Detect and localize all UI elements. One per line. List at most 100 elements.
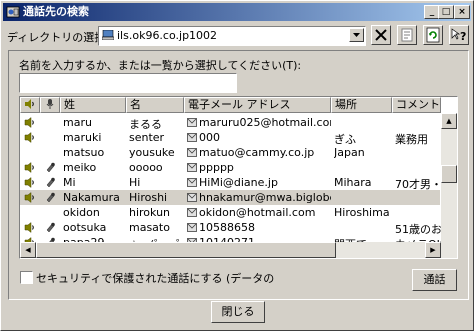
microphone-icon bbox=[45, 222, 55, 233]
cell-last-name: Mi bbox=[63, 176, 76, 189]
table-row[interactable]: meiko ooooo ppppp bbox=[20, 160, 440, 175]
cell-location: Hiroshima bbox=[334, 206, 390, 219]
column-header-video[interactable] bbox=[40, 97, 60, 113]
email-text: 10588658 bbox=[199, 221, 255, 234]
table-row[interactable]: maruki senter 000 ぎふ 業務用 bbox=[20, 130, 440, 146]
cell-first-name: Hi bbox=[129, 176, 141, 189]
cell-last-name: maruki bbox=[63, 131, 102, 144]
vertical-scroll-thumb[interactable] bbox=[441, 165, 457, 183]
cell-last-name: okidon bbox=[63, 206, 100, 219]
server-icon bbox=[102, 30, 114, 40]
window-title: 通話先の検索 bbox=[23, 5, 89, 18]
cell-email: okidon@hotmail.com bbox=[187, 206, 331, 219]
title-bar[interactable]: 通話先の検索 _ □ × bbox=[3, 3, 471, 21]
email-icon bbox=[187, 118, 197, 127]
speaker-icon bbox=[24, 176, 36, 189]
close-window-button[interactable]: × bbox=[454, 5, 470, 19]
cell-last-name: Nakamura bbox=[63, 191, 120, 204]
column-header-audio[interactable] bbox=[20, 97, 40, 113]
search-label: 名前を入力するか、または一覧から選択してください(T): bbox=[19, 59, 302, 72]
email-icon bbox=[187, 178, 197, 187]
cell-last-name: maru bbox=[63, 116, 92, 129]
column-header-email[interactable]: 電子メール アドレス bbox=[184, 97, 331, 113]
cell-last-name: meiko bbox=[63, 161, 97, 174]
email-text: hnakamur@mwa.biglobe.ne.jp bbox=[199, 191, 331, 204]
email-icon bbox=[187, 193, 197, 202]
horizontal-scroll-thumb[interactable] bbox=[36, 242, 336, 258]
directory-select[interactable]: ils.ok96.co.jp1002 bbox=[98, 26, 366, 46]
directory-dropdown-button[interactable] bbox=[349, 28, 364, 42]
stop-icon bbox=[375, 29, 387, 41]
directory-list[interactable]: 姓 名 電子メール アドレス 場所 コメント maru まるる maruru025@… bbox=[19, 96, 458, 259]
cell-first-name: hirokun bbox=[129, 206, 171, 219]
microphone-icon bbox=[45, 162, 55, 173]
email-icon bbox=[187, 163, 197, 172]
scroll-left-button[interactable]: ◀ bbox=[20, 242, 36, 258]
cell-first-name: yousuke bbox=[129, 146, 175, 159]
svg-text:?: ? bbox=[460, 30, 466, 43]
cell-email: 000 bbox=[187, 131, 331, 144]
email-text: 000 bbox=[199, 131, 220, 144]
cell-email: maruru025@hotmail.com bbox=[187, 116, 331, 129]
name-search-input[interactable] bbox=[19, 73, 237, 93]
microphone-icon bbox=[45, 192, 55, 203]
cell-email: 10588658 bbox=[187, 221, 331, 234]
chevron-down-icon bbox=[353, 33, 360, 37]
column-header-comment[interactable]: コメント bbox=[392, 97, 441, 113]
table-row[interactable]: matsuo yousuke matuo@cammy.co.jp Japan bbox=[20, 145, 440, 160]
speaker-icon bbox=[24, 191, 36, 204]
speaker-icon bbox=[25, 99, 34, 109]
email-text: HiMi@diane.jp bbox=[199, 176, 278, 189]
column-header-first-name[interactable]: 名 bbox=[126, 97, 184, 113]
close-button[interactable]: 閉じる bbox=[211, 301, 265, 323]
email-text: maruru025@hotmail.com bbox=[199, 116, 331, 129]
app-icon bbox=[6, 6, 20, 18]
cell-location: Japan bbox=[334, 146, 365, 159]
table-row[interactable]: Nakamura Hiroshi hnakamur@mwa.biglobe.ne.j… bbox=[20, 190, 440, 205]
table-row[interactable]: okidon hirokun okidon@hotmail.com Hiroshima bbox=[20, 205, 440, 220]
cell-first-name: senter bbox=[129, 131, 165, 144]
email-icon bbox=[187, 148, 197, 157]
email-icon bbox=[187, 133, 197, 142]
email-text: okidon@hotmail.com bbox=[199, 206, 316, 219]
directory-value: ils.ok96.co.jp1002 bbox=[117, 29, 218, 42]
properties-icon bbox=[401, 28, 413, 42]
column-header-last-name[interactable]: 姓 bbox=[60, 97, 126, 113]
table-row[interactable]: MiHiHiMi@diane.jpMihara70才男・家族 bbox=[20, 175, 441, 191]
refresh-icon bbox=[426, 27, 440, 43]
cell-email: hnakamur@mwa.biglobe.ne.jp bbox=[187, 191, 331, 204]
cell-location: Mihara bbox=[334, 176, 372, 189]
help-button[interactable]: ? bbox=[449, 25, 469, 45]
scroll-up-button[interactable]: ▲ bbox=[441, 113, 457, 129]
scroll-right-button[interactable]: ▶ bbox=[425, 242, 441, 258]
cell-first-name: ooooo bbox=[129, 161, 163, 174]
refresh-button[interactable] bbox=[423, 25, 443, 45]
table-row[interactable]: ootsukamasato1058865851歳のおじさ bbox=[20, 220, 441, 236]
microphone-icon bbox=[46, 99, 54, 109]
cell-first-name: masato bbox=[129, 221, 170, 234]
vertical-scrollbar[interactable]: ▲ ▼ bbox=[441, 113, 457, 258]
cell-first-name: Hiroshi bbox=[129, 191, 168, 204]
microphone-icon bbox=[45, 177, 55, 188]
email-text: matuo@cammy.co.jp bbox=[199, 146, 315, 159]
help-icon: ? bbox=[451, 28, 466, 43]
maximize-button[interactable]: □ bbox=[438, 5, 454, 19]
speaker-icon bbox=[24, 131, 36, 144]
call-button[interactable]: 通話 bbox=[412, 269, 457, 291]
speaker-icon bbox=[24, 116, 36, 129]
column-header-location[interactable]: 場所 bbox=[331, 97, 392, 113]
email-icon bbox=[187, 208, 197, 217]
email-text: ppppp bbox=[199, 161, 234, 174]
cell-email: HiMi@diane.jp bbox=[187, 176, 331, 189]
stop-button[interactable] bbox=[371, 25, 391, 45]
cell-email: matuo@cammy.co.jp bbox=[187, 146, 331, 159]
table-row[interactable]: maru まるる maruru025@hotmail.com bbox=[20, 115, 440, 131]
speaker-icon bbox=[24, 161, 36, 174]
find-someone-window: 通話先の検索 _ □ × ディレクトリの選択(D): ils.ok96.co.j… bbox=[0, 0, 474, 331]
horizontal-scrollbar[interactable]: ◀ ▶ bbox=[20, 242, 457, 258]
properties-button[interactable] bbox=[397, 25, 417, 45]
cell-last-name: matsuo bbox=[63, 146, 105, 159]
secure-call-checkbox[interactable] bbox=[20, 271, 33, 284]
cell-last-name: ootsuka bbox=[63, 221, 107, 234]
speaker-icon bbox=[24, 221, 36, 234]
